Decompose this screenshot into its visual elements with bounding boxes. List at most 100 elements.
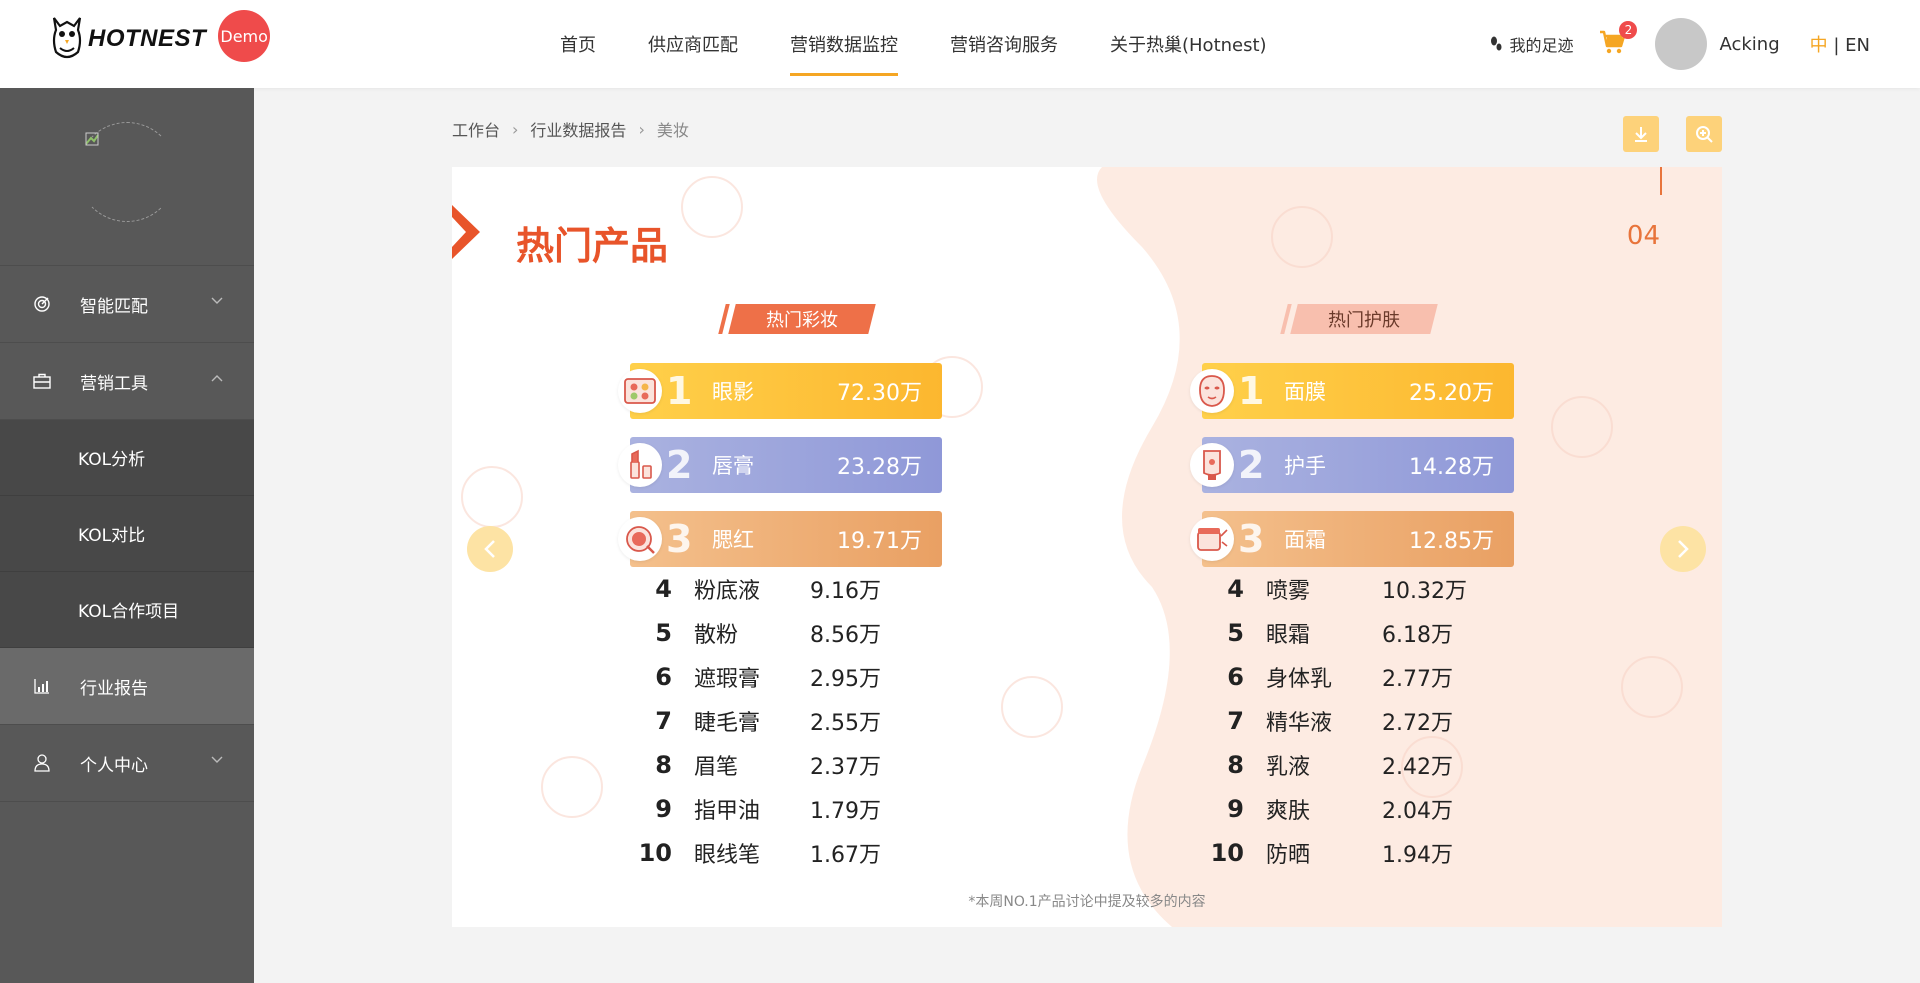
product-name: 护手 <box>1284 454 1326 478</box>
makeup-rank-row: 10 眼线笔 1.67万 <box>632 835 930 871</box>
makeup-rank-row: 7 睫毛膏 2.55万 <box>632 703 930 739</box>
chevron-up-icon <box>211 375 223 382</box>
product-value: 19.71万 <box>837 529 922 554</box>
demo-badge: Demo <box>218 10 271 62</box>
breadcrumb-industry-report[interactable]: 行业数据报告 <box>530 117 626 141</box>
slide-footnote: *本周NO.1产品讨论中提及较多的内容 <box>968 894 1206 910</box>
username[interactable]: Acking <box>1719 34 1779 55</box>
nav-about[interactable]: 关于热巢(Hotnest) <box>1110 0 1267 88</box>
nav-marketing-consulting[interactable]: 营销咨询服务 <box>950 0 1058 88</box>
cart-count-badge: 2 <box>1619 21 1638 39</box>
sidebar-item-personal-center[interactable]: 个人中心 <box>0 725 254 802</box>
footprint-link[interactable]: 我的足迹 <box>1489 32 1573 56</box>
header-right: 我的足迹 2 Acking 中 | EN <box>1489 0 1870 88</box>
nav-home[interactable]: 首页 <box>560 0 596 88</box>
makeup-rank-1: 1 眼影 72.30万 <box>630 363 942 419</box>
skincare-rank-row: 4 喷雾 10.32万 <box>1204 571 1502 607</box>
nav-supplier-match[interactable]: 供应商匹配 <box>648 0 738 88</box>
product-value: 1.94万 <box>1382 843 1453 868</box>
skincare-rank-1: 1 面膜 25.20万 <box>1202 363 1514 419</box>
skincare-tag: 热门护肤 <box>1290 304 1438 334</box>
lang-en[interactable]: EN <box>1845 35 1870 56</box>
sidebar-subitem-kol-compare[interactable]: KOL对比 <box>0 496 254 572</box>
chevron-right-icon: › <box>638 119 645 139</box>
makeup-rank-row: 6 遮瑕膏 2.95万 <box>632 659 930 695</box>
product-value: 12.85万 <box>1409 529 1494 554</box>
zoom-button[interactable] <box>1686 116 1722 152</box>
product-name: 眼霜 <box>1266 623 1311 648</box>
main-nav: 首页 供应商匹配 营销数据监控 营销咨询服务 关于热巢(Hotnest) <box>560 0 1319 88</box>
logo-text: HOTNEST <box>88 25 207 52</box>
makeup-rank-3: 3 腮红 19.71万 <box>630 511 942 567</box>
chevron-down-icon <box>211 756 223 763</box>
hand-cream-tube-icon <box>1190 443 1234 487</box>
rank-number: 5 <box>1227 619 1244 647</box>
product-name: 身体乳 <box>1266 667 1333 692</box>
rank-number: 4 <box>1227 575 1244 603</box>
product-value: 2.42万 <box>1382 755 1453 780</box>
product-value: 2.55万 <box>810 711 881 736</box>
sidebar-item-label: 行业报告 <box>80 678 148 699</box>
product-value: 8.56万 <box>810 623 881 648</box>
briefcase-icon <box>32 371 52 391</box>
product-name: 散粉 <box>694 623 739 648</box>
lipstick-icon <box>618 443 662 487</box>
skincare-tag-label: 热门护肤 <box>1328 310 1400 331</box>
breadcrumb: 工作台 › 行业数据报告 › 美妆 <box>452 117 689 141</box>
zoom-in-icon <box>1696 126 1713 143</box>
product-name: 面膜 <box>1284 380 1326 404</box>
product-value: 10.32万 <box>1382 579 1467 604</box>
language-switch: 中 | EN <box>1810 31 1870 57</box>
product-name: 唇膏 <box>712 454 754 478</box>
product-value: 6.18万 <box>1382 623 1453 648</box>
makeup-tag-label: 热门彩妆 <box>766 310 838 331</box>
product-name: 指甲油 <box>694 799 761 824</box>
title-marker-icon <box>452 205 480 259</box>
product-name: 粉底液 <box>694 579 761 604</box>
rank-number: 8 <box>655 751 672 779</box>
product-value: 9.16万 <box>810 579 881 604</box>
logo[interactable]: HOTNEST Demo <box>50 10 271 64</box>
product-name: 睫毛膏 <box>694 711 761 736</box>
skincare-rank-row: 9 爽肤 2.04万 <box>1204 791 1502 827</box>
lang-cn[interactable]: 中 <box>1810 35 1828 56</box>
avatar[interactable] <box>1655 18 1708 70</box>
rank-number: 6 <box>655 663 672 691</box>
next-slide-button[interactable] <box>1660 526 1706 572</box>
previous-slide-button[interactable] <box>467 526 513 572</box>
page-divider <box>1660 167 1662 195</box>
rank-number: 7 <box>1227 707 1244 735</box>
sidebar-subitem-kol-analysis[interactable]: KOL分析 <box>0 420 254 496</box>
slide-title: 热门产品 <box>516 224 669 268</box>
download-button[interactable] <box>1623 116 1659 152</box>
product-value: 1.79万 <box>810 799 881 824</box>
sidebar-subitem-kol-projects[interactable]: KOL合作项目 <box>0 572 254 648</box>
product-name: 精华液 <box>1266 711 1333 736</box>
rank-number: 10 <box>638 839 672 867</box>
makeup-rank-row: 9 指甲油 1.79万 <box>632 791 930 827</box>
owl-logo-icon <box>50 14 84 64</box>
product-value: 23.28万 <box>837 455 922 480</box>
sidebar-item-marketing-tools[interactable]: 营销工具 <box>0 343 254 420</box>
sidebar: 智能匹配 营销工具 KOL分析 KOL对比 KOL合作项目 行业报告 个人中心 <box>0 88 254 983</box>
sidebar-item-smart-match[interactable]: 智能匹配 <box>0 266 254 343</box>
product-name: 乳液 <box>1266 755 1311 780</box>
chevron-right-icon: › <box>512 119 519 139</box>
top-header: HOTNEST Demo 首页 供应商匹配 营销数据监控 营销咨询服务 关于热巢… <box>0 0 1920 88</box>
product-name: 爽肤 <box>1266 799 1311 824</box>
chevron-left-icon <box>484 540 495 558</box>
product-value: 2.04万 <box>1382 799 1453 824</box>
breadcrumb-workbench[interactable]: 工作台 <box>452 117 500 141</box>
product-value: 72.30万 <box>837 381 922 406</box>
nav-marketing-monitor[interactable]: 营销数据监控 <box>790 0 898 88</box>
blush-compact-icon <box>618 517 662 561</box>
rank-number: 10 <box>1210 839 1244 867</box>
skincare-rank-row: 7 精华液 2.72万 <box>1204 703 1502 739</box>
sidebar-item-label: 智能匹配 <box>80 296 148 317</box>
face-mask-icon <box>1190 369 1234 413</box>
product-value: 14.28万 <box>1409 455 1494 480</box>
sidebar-item-industry-report[interactable]: 行业报告 <box>0 648 254 725</box>
product-name: 喷雾 <box>1266 579 1311 604</box>
rank-number: 9 <box>655 795 672 823</box>
cart-button[interactable]: 2 <box>1599 21 1638 59</box>
